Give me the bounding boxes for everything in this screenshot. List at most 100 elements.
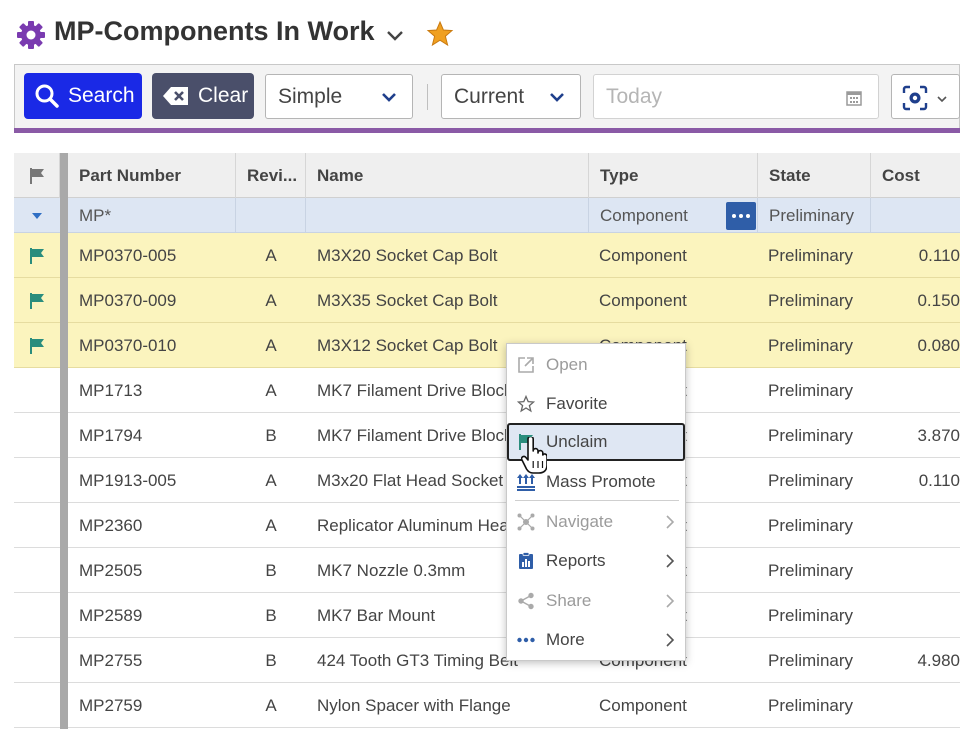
table-row[interactable]: MP1913-005AM3x20 Flat Head SocketCompone…	[14, 458, 960, 503]
table-row[interactable]: MP2589BMK7 Bar MountComponentPreliminary	[14, 593, 960, 638]
claim-cell[interactable]	[14, 683, 60, 728]
table-row[interactable]: MP2759 A Nylon Spacer with Flange Component…	[14, 683, 960, 728]
menu-item-reports[interactable]: Reports	[507, 542, 687, 580]
report-icon	[519, 552, 533, 569]
cell-state: Preliminary	[768, 245, 854, 265]
cell-state: Preliminary	[768, 605, 854, 625]
search-button[interactable]: Search	[24, 73, 142, 119]
filter-state[interactable]: Preliminary	[758, 198, 871, 233]
claim-cell[interactable]	[14, 323, 60, 368]
menu-item-label: Reports	[546, 551, 606, 570]
search-mode-value: Simple	[278, 84, 343, 108]
cell-revision: B	[265, 425, 277, 445]
date-placeholder: Today	[606, 84, 663, 108]
calendar-icon[interactable]	[846, 90, 862, 106]
filter-row: MP* Component Preliminary	[14, 198, 960, 233]
cell-part-number: MP2505	[79, 560, 143, 580]
menu-item-label: Mass Promote	[546, 472, 656, 491]
cell-part-number: MP0370-005	[79, 245, 177, 265]
cell-type: Component	[599, 290, 687, 310]
filter-options-button[interactable]	[726, 202, 756, 230]
table-row[interactable]: MP0370-005 A M3X20 Socket Cap Bolt Componen…	[14, 233, 960, 278]
search-button-label: Search	[68, 84, 135, 107]
context-menu: Open Favorite Unclaim Mass Promote Navig…	[506, 343, 686, 661]
view-mode-button[interactable]	[891, 74, 960, 119]
flag-icon	[30, 292, 44, 309]
caret-down-icon[interactable]	[31, 212, 43, 220]
effective-date-input[interactable]: Today	[593, 74, 879, 119]
toolbar-accent-bar	[14, 128, 960, 133]
mass-promote-icon	[517, 474, 535, 491]
toolbar-divider	[427, 84, 428, 110]
menu-item-open[interactable]: Open	[507, 346, 687, 384]
cell-type: Component	[599, 245, 687, 265]
chevron-down-icon	[937, 96, 947, 103]
table-row[interactable]: MP2360AReplicator Aluminum HeaComponentP…	[14, 503, 960, 548]
cell-cost: 0.150	[917, 290, 960, 310]
filter-name[interactable]	[306, 198, 589, 233]
chevron-right-icon	[666, 515, 675, 529]
claim-cell[interactable]	[14, 413, 60, 458]
column-header-revision[interactable]: Revi...	[236, 153, 306, 198]
menu-item-more[interactable]: More	[507, 621, 687, 659]
search-icon	[35, 84, 59, 108]
cell-state: Preliminary	[768, 290, 854, 310]
filter-cost[interactable]	[871, 198, 960, 233]
search-mode-select[interactable]: Simple	[265, 74, 413, 119]
cell-type: Component	[599, 695, 687, 715]
table-row[interactable]: MP2755B424 Tooth GT3 Timing BeltComponen…	[14, 638, 960, 683]
table-row[interactable]: MP2505BMK7 Nozzle 0.3mmComponentPrelimin…	[14, 548, 960, 593]
menu-item-navigate[interactable]: Navigate	[507, 503, 687, 541]
claim-cell[interactable]	[14, 368, 60, 413]
menu-item-share[interactable]: Share	[507, 582, 687, 620]
menu-item-label: Open	[546, 355, 588, 374]
cell-revision: B	[265, 650, 277, 670]
cell-cost: 4.980	[917, 650, 960, 670]
menu-separator	[515, 500, 679, 501]
cell-revision: A	[265, 380, 277, 400]
cell-revision: A	[265, 695, 277, 715]
column-header-type[interactable]: Type	[589, 153, 758, 198]
menu-item-favorite[interactable]: Favorite	[507, 385, 687, 423]
filter-revision[interactable]	[236, 198, 306, 233]
favorite-star-icon[interactable]	[426, 20, 454, 48]
claim-column-header[interactable]	[14, 153, 60, 198]
cell-part-number: MP1794	[79, 425, 143, 445]
cell-revision: B	[265, 605, 277, 625]
filter-part-number[interactable]: MP*	[68, 198, 236, 233]
chevron-right-icon	[666, 594, 675, 608]
claim-cell[interactable]	[14, 233, 60, 278]
column-header-name[interactable]: Name	[306, 153, 589, 198]
column-header-state[interactable]: State	[758, 153, 871, 198]
cell-state: Preliminary	[768, 560, 854, 580]
cell-name: M3X20 Socket Cap Bolt	[317, 245, 498, 265]
column-header-part-number[interactable]: Part Number	[68, 153, 236, 198]
hand-pointer-cursor-icon	[521, 437, 547, 474]
claim-cell[interactable]	[14, 638, 60, 683]
claim-cell[interactable]	[14, 503, 60, 548]
menu-item-label: More	[546, 630, 585, 649]
clear-button[interactable]: Clear	[152, 73, 254, 119]
cell-revision: A	[265, 470, 277, 490]
menu-item-label: Navigate	[546, 512, 614, 531]
cell-state: Preliminary	[768, 425, 854, 445]
claim-cell[interactable]	[14, 458, 60, 503]
table-row[interactable]: MP0370-010AM3X12 Socket Cap BoltComponen…	[14, 323, 960, 368]
table-row[interactable]: MP1713AMK7 Filament Drive BlockComponent…	[14, 368, 960, 413]
cell-state: Preliminary	[768, 695, 854, 715]
claim-cell[interactable]	[14, 593, 60, 638]
chevron-down-icon[interactable]	[384, 24, 406, 46]
table-row[interactable]: MP0370-009 A M3X35 Socket Cap Bolt Componen…	[14, 278, 960, 323]
frozen-column-separator[interactable]	[60, 153, 68, 729]
title-bar: MP-Components In Work	[0, 0, 960, 64]
chevron-right-icon	[666, 554, 675, 568]
cell-part-number: MP1713	[79, 380, 143, 400]
revision-select[interactable]: Current	[441, 74, 581, 119]
table-row[interactable]: MP1794BMK7 Filament Drive BlockComponent…	[14, 413, 960, 458]
claim-cell[interactable]	[14, 548, 60, 593]
open-external-icon	[518, 357, 534, 373]
page-title: MP-Components In Work	[54, 16, 375, 46]
view-target-icon	[902, 85, 928, 111]
claim-cell[interactable]	[14, 278, 60, 323]
column-header-cost[interactable]: Cost	[871, 153, 960, 198]
